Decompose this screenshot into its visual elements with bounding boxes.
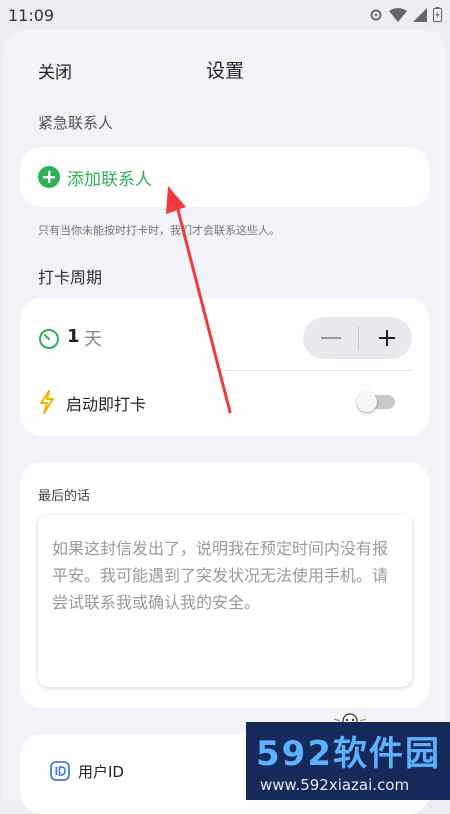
status-icons: [369, 7, 442, 22]
increment-button[interactable]: [375, 326, 399, 350]
plus-circle-icon: [38, 166, 60, 188]
lightning-icon: [38, 390, 56, 418]
page-title: 设置: [205, 60, 244, 82]
days-stepper: [303, 317, 412, 359]
row-divider: [220, 370, 412, 371]
toggle-knob: [357, 392, 377, 412]
status-time: 11:09: [8, 6, 55, 25]
days-value: 1: [67, 326, 80, 347]
decrement-button[interactable]: [319, 326, 343, 350]
checkin-section-label: 打卡周期: [38, 268, 103, 287]
emergency-hint: 只有当你未能按时打卡时，我们才会联系这些人。: [38, 224, 280, 237]
checkin-cycle-card: 1 天 启动即打卡: [20, 298, 430, 436]
add-contact-label: 添加联系人: [67, 170, 152, 190]
gear-icon: [370, 8, 382, 21]
watermark-logo: 592软件园 www.592xiazai.com: [246, 722, 450, 800]
user-id-label: 用户ID: [78, 763, 124, 781]
days-unit: 天: [84, 329, 102, 350]
watermark-brand: 592软件园: [256, 734, 441, 774]
status-bar: 11:09: [0, 0, 450, 30]
signal-icon: [413, 7, 427, 22]
auto-checkin-label: 启动即打卡: [66, 395, 147, 414]
last-words-card: 最后的话 如果这封信发出了，说明我在预定时间内没有报平安。我可能遇到了突发状况无…: [20, 462, 430, 708]
watermark-url: www.592xiazai.com: [260, 776, 410, 794]
stepper-divider: [358, 326, 359, 350]
wifi-icon: [389, 7, 407, 22]
add-contact-button[interactable]: 添加联系人: [20, 147, 430, 207]
id-card-icon: [50, 761, 70, 785]
clock-icon: [38, 328, 60, 354]
auto-checkin-toggle[interactable]: [357, 392, 399, 412]
last-words-title: 最后的话: [38, 489, 91, 504]
emergency-section-label: 紧急联系人: [38, 114, 114, 132]
battery-icon: [433, 7, 442, 22]
last-words-textarea[interactable]: 如果这封信发出了，说明我在预定时间内没有报平安。我可能遇到了突发状况无法使用手机…: [38, 515, 412, 687]
